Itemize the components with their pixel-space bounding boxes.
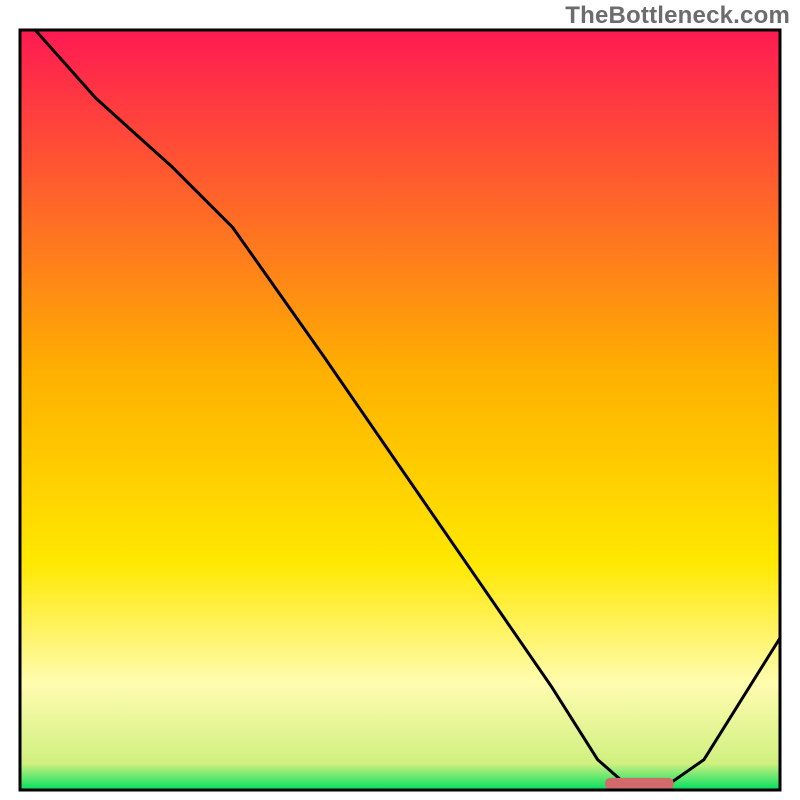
target-range-marker	[605, 778, 673, 790]
watermark-text: TheBottleneck.com	[565, 2, 790, 30]
bottleneck-chart	[0, 0, 800, 800]
gradient-background	[20, 30, 780, 790]
chart-container: TheBottleneck.com	[0, 0, 800, 800]
